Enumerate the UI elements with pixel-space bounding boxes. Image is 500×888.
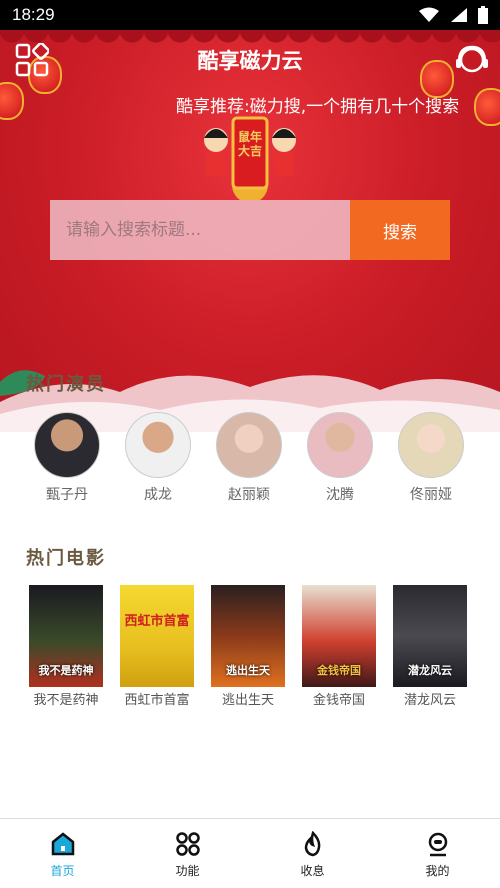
movie-poster: 金钱帝国 <box>302 585 376 687</box>
new-year-banner: 鼠年大吉 <box>200 110 300 203</box>
hot-movies-list: 我不是药神 我不是药神 西虹市首富 西虹市首富 逃出生天 逃出生天 金钱帝国 金… <box>0 585 500 715</box>
bottom-tab-bar: 首页 功能 收息 我的 <box>0 818 500 888</box>
movie-name: 金钱帝国 <box>312 693 365 708</box>
movie-poster: 我不是药神 <box>29 585 103 687</box>
poster-title: 潜龙风云 <box>408 663 452 677</box>
signal-icon <box>451 8 467 22</box>
movie-name: 逃出生天 <box>221 693 274 708</box>
actor-name: 沈腾 <box>326 487 354 503</box>
status-time: 18:29 <box>12 5 55 24</box>
movie-item[interactable]: 金钱帝国 金钱帝国 <box>294 585 384 708</box>
search-input[interactable] <box>50 200 350 260</box>
tab-collect[interactable]: 收息 <box>250 819 375 888</box>
poster-title: 我不是药神 <box>38 663 94 677</box>
tab-home[interactable]: 首页 <box>0 819 125 888</box>
tab-label: 首页 <box>50 864 75 878</box>
status-bar: 18:29 <box>0 0 500 30</box>
tab-mine[interactable]: 我的 <box>375 819 500 888</box>
poster-title: 逃出生天 <box>226 663 270 677</box>
actor-name: 成龙 <box>144 487 172 503</box>
customer-service-button[interactable] <box>452 40 492 80</box>
home-icon <box>51 832 74 856</box>
app-title: 酷享磁力云 <box>197 49 303 73</box>
actor-item[interactable]: 赵丽颖 <box>203 412 295 504</box>
movie-name: 潜龙风云 <box>403 693 456 708</box>
headset-icon <box>456 45 488 73</box>
movie-name: 我不是药神 <box>33 693 99 708</box>
search-button[interactable]: 搜索 <box>350 200 450 260</box>
actor-avatar <box>34 412 100 478</box>
actor-avatar <box>125 412 191 478</box>
hero-banner: 酷享磁力云 酷享推荐:磁力搜,一个拥有几十个搜索 鼠年大吉 搜索 热门演 <box>0 30 500 432</box>
actor-item[interactable]: 成龙 <box>112 412 204 504</box>
section-title-hot-actors: 热门演员 <box>26 374 106 395</box>
tab-features[interactable]: 功能 <box>125 819 250 888</box>
actor-item[interactable]: 佟丽娅 <box>385 412 477 504</box>
actor-avatar <box>398 412 464 478</box>
movie-poster: 逃出生天 <box>211 585 285 687</box>
movie-item[interactable]: 我不是药神 我不是药神 <box>21 585 111 708</box>
movie-item[interactable]: 潜龙风云 潜龙风云 <box>385 585 475 708</box>
user-icon <box>428 832 447 857</box>
actor-avatar <box>307 412 373 478</box>
actor-name: 甄子丹 <box>46 487 88 503</box>
battery-icon <box>478 6 488 24</box>
banner-caption: 鼠年大吉 <box>238 130 263 159</box>
search-bar: 搜索 <box>50 200 450 260</box>
poster-title: 金钱帝国 <box>317 663 361 677</box>
lantern-decoration <box>0 82 24 120</box>
actor-name: 赵丽颖 <box>228 487 270 503</box>
flame-icon <box>304 831 320 857</box>
tab-label: 收息 <box>300 864 325 878</box>
poster-title: 西虹市首富 <box>124 613 190 629</box>
section-title-hot-movies: 热门电影 <box>26 548 106 569</box>
wifi-icon <box>419 7 439 22</box>
movie-poster: 西虹市首富 <box>120 585 194 687</box>
movie-item[interactable]: 西虹市首富 西虹市首富 <box>112 585 202 708</box>
movie-name: 西虹市首富 <box>124 693 190 708</box>
tab-label: 功能 <box>175 864 200 878</box>
movie-poster: 潜龙风云 <box>393 585 467 687</box>
actor-avatar <box>216 412 282 478</box>
actor-item[interactable]: 沈腾 <box>294 412 386 504</box>
apps-icon <box>175 832 200 856</box>
hot-actors-list: 甄子丹 成龙 赵丽颖 沈腾 佟丽娅 <box>0 412 500 507</box>
actor-name: 佟丽娅 <box>410 487 452 503</box>
tab-label: 我的 <box>425 864 450 878</box>
movie-item[interactable]: 逃出生天 逃出生天 <box>203 585 293 708</box>
actor-item[interactable]: 甄子丹 <box>21 412 113 504</box>
